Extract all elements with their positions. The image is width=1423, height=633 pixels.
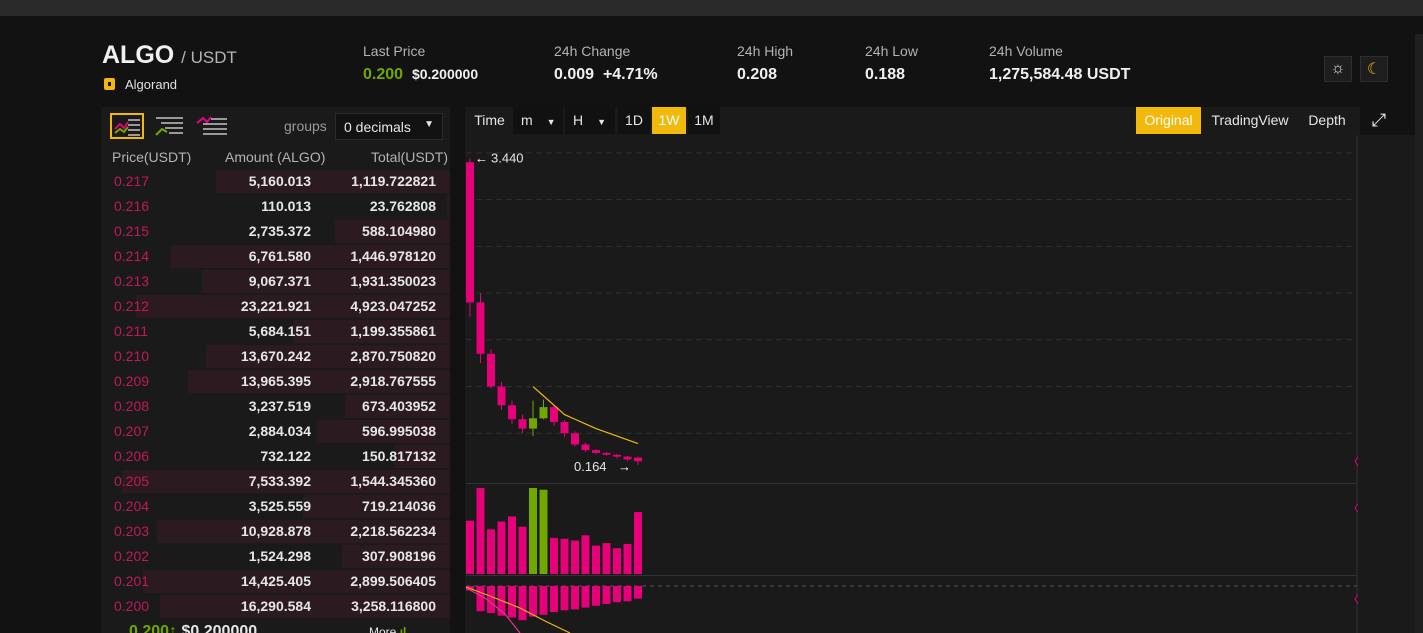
candle [613, 454, 621, 457]
macd-bar [550, 586, 558, 613]
volume-bar [592, 545, 600, 574]
volume-bar [634, 512, 642, 574]
arrow-right-icon: → [618, 459, 631, 474]
candle [592, 450, 600, 453]
low-marker-label: 0.164 [574, 459, 607, 474]
volume-bar [602, 543, 611, 574]
candle [508, 405, 516, 420]
macd-bar [623, 586, 632, 602]
macd-bar [518, 586, 527, 621]
candle [476, 302, 485, 354]
volume-bar [518, 526, 527, 574]
price-axis [1358, 135, 1423, 633]
candle [571, 433, 579, 445]
candle [550, 407, 558, 423]
macd-bar [476, 586, 485, 612]
candle [487, 353, 495, 387]
candle [634, 457, 642, 462]
volume-bar [539, 489, 548, 574]
arrow-left-icon: ← [475, 150, 488, 165]
candle [466, 162, 474, 303]
macd-bar [508, 586, 516, 618]
ma-line [532, 386, 639, 445]
macd-bar [529, 586, 537, 617]
volume-bar [550, 537, 558, 574]
right-edge-panel [1415, 34, 1423, 633]
volume-bar [508, 516, 516, 574]
high-marker-label: 3.440 [491, 150, 524, 165]
candle [560, 422, 569, 434]
candle [529, 418, 537, 429]
macd-bar [592, 586, 600, 606]
macd-bar [539, 586, 548, 615]
candle [602, 452, 611, 455]
volume-bar [623, 543, 632, 574]
macd-bar [613, 586, 621, 603]
volume-bar [571, 540, 579, 574]
volume-bar [560, 538, 569, 574]
macd-bar [581, 586, 590, 608]
macd-bar [571, 586, 579, 610]
candle [497, 386, 506, 406]
macd-bar [602, 586, 611, 604]
panel-divider [466, 483, 1357, 484]
volume-bar [466, 520, 474, 574]
candle [581, 444, 590, 451]
macd-bar [634, 586, 642, 599]
macd-bar [560, 586, 569, 611]
price-chart[interactable]: 3.5003.0002.5002.0001.5001.0000.500←3.44… [0, 0, 1423, 633]
macd-bar [487, 586, 495, 613]
panel-divider [466, 575, 1357, 576]
volume-bar [487, 529, 495, 574]
candle [539, 407, 548, 419]
volume-bar [613, 548, 621, 574]
volume-bar [476, 488, 485, 574]
candle [518, 419, 527, 429]
volume-bar [581, 535, 590, 574]
volume-bar [529, 488, 537, 574]
volume-bar [497, 521, 506, 574]
